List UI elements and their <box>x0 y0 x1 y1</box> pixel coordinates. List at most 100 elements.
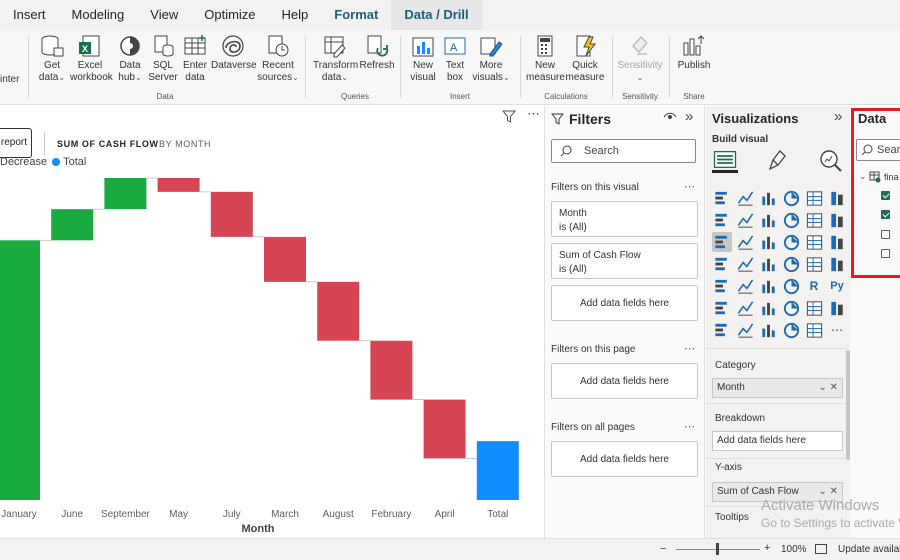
field-checkbox[interactable] <box>881 191 890 200</box>
python-visual-icon[interactable]: Py <box>827 276 847 296</box>
category-field-well[interactable]: Month ⌄ ✕ <box>712 378 843 398</box>
funnel-chart-icon[interactable] <box>735 232 755 252</box>
scatter-chart-icon[interactable] <box>758 232 778 252</box>
visual-filter-icon[interactable] <box>502 110 516 123</box>
area-chart-icon[interactable] <box>735 210 755 230</box>
pie-chart-icon[interactable] <box>781 232 801 252</box>
format-visual-icon[interactable] <box>764 149 790 173</box>
tab-help[interactable]: Help <box>269 0 322 30</box>
power-automate-icon[interactable] <box>735 320 755 340</box>
azure-map-icon[interactable] <box>758 254 778 274</box>
ribbon-chart-icon[interactable] <box>827 210 847 230</box>
waterfall-bar-september[interactable] <box>104 178 147 210</box>
collapse-visualizations-icon[interactable]: » <box>834 108 842 125</box>
stacked-column-chart-icon[interactable] <box>735 188 755 208</box>
donut-chart-icon[interactable] <box>804 232 824 252</box>
waterfall-bar-june[interactable] <box>51 209 94 241</box>
dataverse-button[interactable]: Dataverse <box>211 34 257 72</box>
line-chart-icon[interactable] <box>712 210 732 230</box>
more-visuals-icon[interactable]: ⋯ <box>827 320 847 340</box>
visual-more-options-icon[interactable]: ⋯ <box>527 106 540 122</box>
shape-map-icon[interactable] <box>758 320 778 340</box>
treemap-icon[interactable] <box>827 232 847 252</box>
clustered-column-chart-icon[interactable] <box>781 188 801 208</box>
100-stacked-column-chart-icon[interactable] <box>827 188 847 208</box>
tab-format[interactable]: Format <box>321 0 391 30</box>
waterfall-chart-icon[interactable] <box>712 232 732 252</box>
recent-sources-button[interactable]: Recent sources⌄ <box>257 34 299 84</box>
filter-card-sum-cash-flow[interactable]: Sum of Cash Flow is (All) <box>551 243 698 279</box>
waterfall-bar-may[interactable] <box>157 178 200 192</box>
filters-on-all-pages-more-icon[interactable]: ⋯ <box>684 420 695 433</box>
build-visual-icon[interactable] <box>712 149 738 173</box>
enter-data-button[interactable]: Enter data <box>177 34 213 84</box>
tab-insert[interactable]: Insert <box>0 0 59 30</box>
zoom-in-button[interactable]: + <box>764 542 770 554</box>
field-checkbox[interactable] <box>881 230 890 239</box>
waterfall-bar-april[interactable] <box>423 399 466 459</box>
diamond-visual-icon[interactable] <box>781 320 801 340</box>
waterfall-bar-february[interactable] <box>370 340 413 400</box>
decomposition-tree-icon[interactable] <box>735 298 755 318</box>
data-table-name[interactable]: fina <box>884 172 899 182</box>
new-visual-button[interactable]: New visual <box>405 34 441 84</box>
r-visual-icon[interactable]: R <box>804 276 824 296</box>
collapse-filters-icon[interactable]: » <box>685 108 693 125</box>
sensitivity-button[interactable]: Sensitivity ⌄ <box>617 34 663 84</box>
waterfall-bar-january[interactable] <box>0 240 40 500</box>
filters-search-input[interactable]: Search <box>551 139 696 163</box>
tab-modeling[interactable]: Modeling <box>59 0 138 30</box>
filter-all-pages-drop-zone[interactable]: Add data fields here <box>551 441 698 477</box>
line-and-column-chart-icon[interactable] <box>781 210 801 230</box>
multi-row-card-icon[interactable] <box>827 254 847 274</box>
filters-on-visual-more-icon[interactable]: ⋯ <box>684 180 695 193</box>
new-measure-button[interactable]: New measure <box>526 34 565 84</box>
breakdown-drop-zone[interactable]: Add data fields here <box>712 431 843 451</box>
qa-icon[interactable] <box>758 298 778 318</box>
text-box-button[interactable]: A Text box <box>437 34 473 84</box>
map-icon[interactable] <box>712 254 732 274</box>
zoom-slider-thumb[interactable] <box>716 543 719 555</box>
filter-page-drop-zone[interactable]: Add data fields here <box>551 363 698 399</box>
fit-to-page-icon[interactable] <box>815 544 827 554</box>
analytics-icon[interactable] <box>818 149 844 173</box>
waterfall-chart[interactable]: January June September May July March August Fe… <box>0 166 545 538</box>
get-data-button[interactable]: Get data⌄ <box>34 34 70 84</box>
format-painter-label[interactable]: inter <box>0 74 19 85</box>
field-checkbox[interactable] <box>881 249 890 258</box>
gauge-icon[interactable] <box>781 254 801 274</box>
excel-workbook-button[interactable]: X Excel workbook <box>70 34 113 84</box>
power-apps-icon[interactable] <box>712 320 732 340</box>
kpi-icon[interactable] <box>712 276 732 296</box>
waterfall-bar-total[interactable] <box>476 441 519 500</box>
table-visual-icon[interactable] <box>758 276 778 296</box>
tab-optimize[interactable]: Optimize <box>191 0 268 30</box>
data-search-input[interactable]: Searc <box>856 139 900 161</box>
transform-data-button[interactable]: Transform data⌄ <box>313 34 358 84</box>
slicer-icon[interactable] <box>735 276 755 296</box>
chevron-visual-icon[interactable] <box>804 320 824 340</box>
waterfall-bar-march[interactable] <box>264 236 306 282</box>
key-influencers-icon[interactable] <box>712 298 732 318</box>
tab-data-drill[interactable]: Data / Drill <box>391 0 482 30</box>
stacked-area-chart-icon[interactable] <box>758 210 778 230</box>
trophy-icon[interactable] <box>827 298 847 318</box>
filled-map-icon[interactable] <box>735 254 755 274</box>
matrix-icon[interactable] <box>781 276 801 296</box>
100-stacked-bar-chart-icon[interactable] <box>804 188 824 208</box>
clustered-bar-chart-icon[interactable] <box>758 188 778 208</box>
filter-visual-drop-zone[interactable]: Add data fields here <box>551 285 698 321</box>
quick-measure-button[interactable]: Quick measure <box>565 34 605 84</box>
update-available-link[interactable]: Update availab <box>838 544 900 555</box>
field-well-controls[interactable]: ⌄ ✕ <box>818 379 838 397</box>
sql-server-button[interactable]: SQL Server <box>145 34 181 84</box>
zoom-out-button[interactable]: − <box>660 543 666 555</box>
refresh-button[interactable]: Refresh <box>359 34 395 72</box>
publish-button[interactable]: Publish <box>676 34 712 72</box>
more-visuals-button[interactable]: More visuals⌄ <box>470 34 512 84</box>
field-checkbox[interactable] <box>881 210 890 219</box>
report-canvas[interactable]: report SUM OF CASH FLOW BY MONTH ⋯ Decre… <box>0 106 545 538</box>
tab-view[interactable]: View <box>137 0 191 30</box>
waterfall-bar-august[interactable] <box>317 281 360 341</box>
stacked-bar-chart-icon[interactable] <box>712 188 732 208</box>
